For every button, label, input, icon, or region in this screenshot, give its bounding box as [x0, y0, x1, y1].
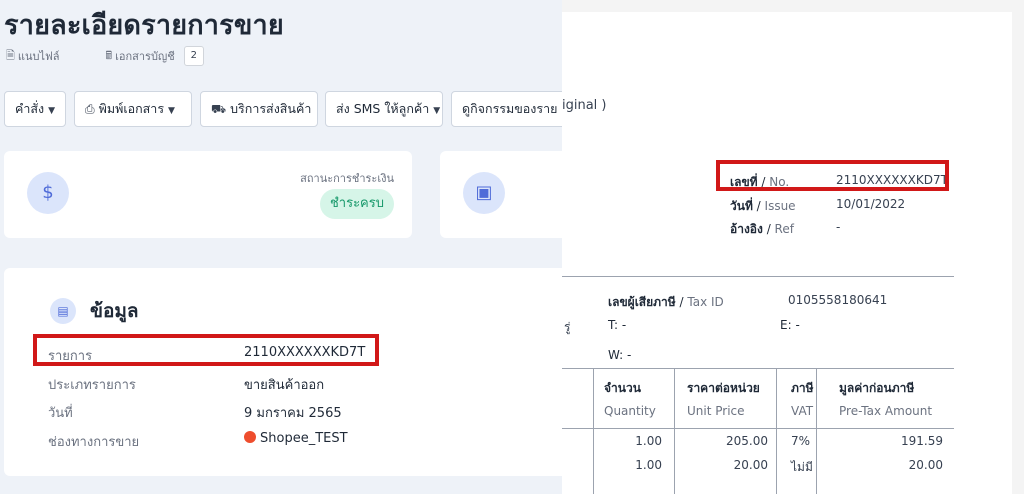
meta-label-th: วันที่ [730, 199, 753, 213]
column-header-pre-tax-en: Pre-Tax Amount [839, 404, 933, 418]
meta-label-en: Issue [764, 199, 796, 213]
meta-value: - [836, 220, 841, 234]
column-header-vat: ภาษี [791, 381, 814, 395]
phone-line: T: - [608, 318, 627, 332]
payment-status-badge: ชำระครบ [319, 189, 394, 219]
highlight-box-document-number [716, 160, 949, 191]
attach-file-icon: 🗎 [6, 48, 15, 62]
meta-reference: อ้างอิง / Ref - [730, 220, 841, 236]
shipping-service-button[interactable]: ⛟ บริการส่งสินค้า [200, 91, 318, 127]
delivery-status-card: ▣ [440, 151, 562, 238]
invoice-document-preview: iginal ) เลขที่ / No. 2110XXXXXXKD7T วัน… [562, 0, 1024, 494]
command-dropdown-button[interactable]: คำสั่ง ▼ [4, 91, 66, 127]
table-top-border [562, 368, 954, 369]
info-card-heading: ▤ ข้อมูล [50, 296, 139, 326]
view-activity-label: ดูกิจกรรมของราย [462, 101, 558, 116]
box-icon: ▣ [463, 172, 505, 214]
tax-id-label: เลขผู้เสียภาษี / Tax ID [608, 295, 724, 309]
info-row-value: 9 มกราคม 2565 [244, 406, 342, 421]
accounting-docs-count-badge: 2 [183, 46, 204, 66]
printer-icon: ⎙ [85, 102, 95, 116]
tax-id-value: 0105558180641 [788, 293, 888, 307]
cut-off-text: รู่ [564, 320, 571, 334]
dollar-coin-icon: $ [27, 172, 69, 214]
chevron-down-icon: ▼ [168, 106, 175, 116]
cell-vat: ไม่มี [791, 460, 813, 474]
info-row-key: วันที่ [48, 406, 73, 421]
send-sms-button[interactable]: ส่ง SMS ให้ลูกค้า ▼ [325, 91, 443, 127]
email-line: E: - [780, 318, 800, 332]
document-copy-label: iginal ) [562, 98, 607, 113]
attach-file-link[interactable]: แนบไฟล์ [18, 47, 60, 65]
column-header-quantity-en: Quantity [604, 404, 656, 418]
column-header-vat-en: VAT [791, 404, 814, 418]
shopee-logo-icon [244, 431, 256, 443]
print-documents-button[interactable]: ⎙ พิมพ์เอกสาร ▼ [74, 91, 192, 127]
sales-detail-panel: รายละเอียดรายการขาย 🗎 แนบไฟล์ 🖩 เอกสารบั… [0, 0, 562, 494]
shipping-service-label: บริการส่งสินค้า [230, 101, 312, 116]
info-row-value: ขายสินค้าออก [244, 378, 325, 393]
column-header-unit-price-en: Unit Price [687, 404, 745, 418]
clipboard-icon: ▤ [50, 298, 76, 324]
tax-id-label-th: เลขผู้เสียภาษี [608, 295, 676, 309]
send-sms-label: ส่ง SMS ให้ลูกค้า [336, 101, 430, 116]
cell-pre-tax: 20.00 [908, 458, 943, 472]
truck-icon: ⛟ [211, 102, 227, 116]
meta-value: 10/01/2022 [836, 197, 906, 211]
table-column-divider [593, 368, 594, 494]
cell-quantity: 1.00 [635, 458, 662, 472]
info-heading-text: ข้อมูล [90, 300, 139, 322]
meta-issue-date: วันที่ / Issue 10/01/2022 [730, 197, 906, 213]
sales-channel-name: Shopee_TEST [260, 431, 348, 446]
accounting-docs-link[interactable]: เอกสารบัญชี [115, 47, 175, 65]
cell-vat: 7% [791, 434, 811, 448]
column-header-pre-tax: มูลค่าก่อนภาษี [839, 381, 915, 395]
invoice-page [562, 12, 1012, 494]
info-row-key: ประเภทรายการ [48, 378, 136, 393]
cell-pre-tax: 191.59 [901, 434, 943, 448]
page-title: รายละเอียดรายการขาย [4, 10, 284, 41]
column-header-quantity: จำนวน [604, 381, 641, 395]
cell-unit-price: 20.00 [733, 458, 768, 472]
chevron-down-icon: ▼ [433, 106, 441, 116]
table-column-divider [816, 368, 817, 494]
table-column-divider [776, 368, 777, 494]
info-row-key: ช่องทางการขาย [48, 435, 140, 450]
website-line: W: - [608, 348, 632, 362]
cell-quantity: 1.00 [635, 434, 662, 448]
highlight-box-reference [33, 334, 379, 366]
command-label: คำสั่ง [15, 101, 45, 116]
view-activity-button[interactable]: ดูกิจกรรมของราย [451, 91, 562, 127]
divider [562, 276, 954, 277]
tax-id-label-en: Tax ID [687, 295, 724, 309]
meta-label-en: Ref [774, 222, 794, 236]
payment-status-card: $ สถานะการชำระเงิน ชำระครบ [4, 151, 412, 238]
sub-links: 🗎 แนบไฟล์ 🖩 เอกสารบัญชี 2 [6, 46, 204, 66]
table-column-divider [674, 368, 675, 494]
table-header-border [562, 428, 954, 429]
print-documents-label: พิมพ์เอกสาร [98, 101, 165, 116]
column-header-unit-price: ราคาต่อหน่วย [687, 381, 760, 395]
meta-label-th: อ้างอิง [730, 222, 763, 236]
payment-status-label: สถานะการชำระเงิน [300, 172, 394, 185]
info-row-value-channel[interactable]: Shopee_TEST [244, 431, 348, 446]
chevron-down-icon: ▼ [48, 106, 56, 116]
calculator-icon: 🖩 [105, 48, 113, 62]
cell-unit-price: 205.00 [726, 434, 768, 448]
